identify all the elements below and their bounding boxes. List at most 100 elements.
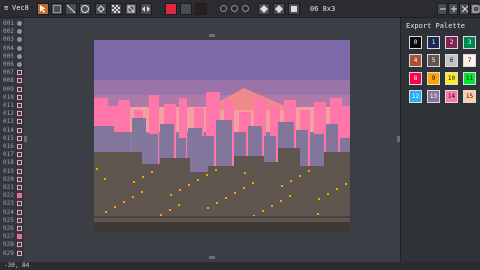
- menu-icon[interactable]: ≡: [4, 4, 8, 12]
- add-button[interactable]: [448, 3, 458, 15]
- layer-visibility-toggle[interactable]: [17, 234, 22, 240]
- prev-frame-button[interactable]: [258, 3, 270, 15]
- next-frame-button[interactable]: [273, 3, 285, 15]
- pixel-art-canvas[interactable]: [94, 40, 350, 232]
- layer-row-label[interactable]: 002: [3, 28, 14, 35]
- layer-visibility-toggle[interactable]: [17, 86, 22, 92]
- layer-visibility-toggle[interactable]: [17, 193, 22, 199]
- layer-visibility-toggle[interactable]: [17, 37, 22, 43]
- pointer-tool-button[interactable]: [37, 3, 49, 15]
- palette-swatch[interactable]: 15: [463, 90, 476, 103]
- layer-visibility-toggle[interactable]: [17, 62, 22, 67]
- layer-visibility-toggle[interactable]: [17, 144, 22, 149]
- layer-visibility-toggle[interactable]: [17, 176, 22, 182]
- layer-visibility-toggle[interactable]: [17, 21, 22, 26]
- layer-row-label[interactable]: 006: [3, 61, 14, 68]
- palette-swatch[interactable]: 0: [409, 36, 422, 49]
- transform-tool-button[interactable]: [140, 3, 152, 15]
- line-tool-button[interactable]: [65, 3, 77, 15]
- layer-row-label[interactable]: 028: [3, 241, 14, 248]
- brush-size-small-icon[interactable]: [220, 5, 227, 12]
- close-button[interactable]: [459, 3, 469, 15]
- layer-visibility-toggle[interactable]: [17, 29, 22, 35]
- layer-visibility-toggle[interactable]: [17, 242, 22, 248]
- layer-visibility-toggle[interactable]: [17, 45, 22, 51]
- palette-swatch[interactable]: 5: [427, 54, 440, 67]
- layer-visibility-toggle[interactable]: [17, 94, 22, 100]
- fill-tool-button[interactable]: [95, 3, 107, 15]
- layer-row-label[interactable]: 003: [3, 36, 14, 43]
- tertiary-color-swatch[interactable]: [195, 3, 207, 15]
- layer-visibility-toggle[interactable]: [17, 217, 22, 223]
- palette-swatch[interactable]: 4: [409, 54, 422, 67]
- layer-row-label[interactable]: 027: [3, 233, 14, 240]
- palette-swatch[interactable]: 12: [409, 90, 422, 103]
- minimize-button[interactable]: [437, 3, 447, 15]
- layer-visibility-toggle[interactable]: [17, 53, 22, 59]
- layer-row-label[interactable]: 015: [3, 135, 14, 142]
- bottom-resize-handle[interactable]: [209, 256, 215, 259]
- layer-row-label[interactable]: 017: [3, 151, 14, 158]
- canvas-workspace[interactable]: [24, 18, 400, 262]
- layer-visibility-toggle[interactable]: [17, 226, 22, 231]
- palette-swatch[interactable]: 6: [445, 54, 458, 67]
- layer-visibility-toggle[interactable]: [17, 127, 22, 133]
- palette-swatch[interactable]: 1: [427, 36, 440, 49]
- layer-row-label[interactable]: 013: [3, 118, 14, 125]
- palette-swatch[interactable]: 8: [409, 72, 422, 85]
- layer-row-label[interactable]: 018: [3, 159, 14, 166]
- expand-button[interactable]: [470, 3, 480, 15]
- layer-row-label[interactable]: 005: [3, 53, 14, 60]
- palette-swatch[interactable]: 7: [463, 54, 476, 67]
- layers-toggle-button[interactable]: [288, 3, 300, 15]
- layer-visibility-toggle[interactable]: [17, 152, 22, 158]
- layer-row-label[interactable]: 014: [3, 127, 14, 134]
- palette-swatch[interactable]: 11: [463, 72, 476, 85]
- layer-visibility-toggle[interactable]: [17, 168, 22, 174]
- stamp-tool-button[interactable]: [125, 3, 137, 15]
- layer-visibility-toggle[interactable]: [17, 160, 22, 166]
- layer-row-label[interactable]: 029: [3, 250, 14, 257]
- layer-row-label[interactable]: 004: [3, 45, 14, 52]
- layer-visibility-toggle[interactable]: [17, 78, 22, 84]
- layer-row-label[interactable]: 023: [3, 200, 14, 207]
- layer-row-label[interactable]: 019: [3, 168, 14, 175]
- layer-row-label[interactable]: 012: [3, 110, 14, 117]
- layer-visibility-toggle[interactable]: [17, 250, 22, 256]
- palette-swatch[interactable]: 2: [445, 36, 458, 49]
- layer-visibility-toggle[interactable]: [17, 103, 22, 108]
- brush-size-large-icon[interactable]: [242, 5, 249, 12]
- dither-tool-button[interactable]: [110, 3, 122, 15]
- layer-row-label[interactable]: 007: [3, 69, 14, 76]
- palette-swatch[interactable]: 10: [445, 72, 458, 85]
- layer-row-label[interactable]: 001: [3, 20, 14, 27]
- layer-row-label[interactable]: 011: [3, 102, 14, 109]
- secondary-color-swatch[interactable]: [180, 3, 192, 15]
- layer-row-label[interactable]: 020: [3, 176, 14, 183]
- palette-swatch[interactable]: 13: [427, 90, 440, 103]
- layer-visibility-toggle[interactable]: [17, 70, 22, 76]
- palette-swatch[interactable]: 14: [445, 90, 458, 103]
- palette-swatch[interactable]: 9: [427, 72, 440, 85]
- layer-visibility-toggle[interactable]: [17, 135, 22, 141]
- brush-size-medium-icon[interactable]: [231, 5, 238, 12]
- layer-visibility-toggle[interactable]: [17, 209, 22, 215]
- top-resize-handle[interactable]: [209, 34, 215, 37]
- layer-row-label[interactable]: 010: [3, 94, 14, 101]
- layer-row-label[interactable]: 009: [3, 86, 14, 93]
- left-resize-handle[interactable]: [24, 136, 27, 142]
- layer-visibility-toggle[interactable]: [17, 119, 22, 125]
- layer-row-label[interactable]: 022: [3, 192, 14, 199]
- layer-row-label[interactable]: 025: [3, 217, 14, 224]
- rect-select-tool-button[interactable]: [51, 3, 63, 15]
- layer-row-label[interactable]: 008: [3, 77, 14, 84]
- ellipse-tool-button[interactable]: [79, 3, 91, 15]
- layer-visibility-toggle[interactable]: [17, 201, 22, 207]
- primary-color-swatch[interactable]: [165, 3, 177, 15]
- layer-visibility-toggle[interactable]: [17, 111, 22, 117]
- layer-row-label[interactable]: 016: [3, 143, 14, 150]
- palette-swatch[interactable]: 3: [463, 36, 476, 49]
- layer-visibility-toggle[interactable]: [17, 185, 22, 190]
- layer-row-label[interactable]: 021: [3, 184, 14, 191]
- layer-row-label[interactable]: 024: [3, 209, 14, 216]
